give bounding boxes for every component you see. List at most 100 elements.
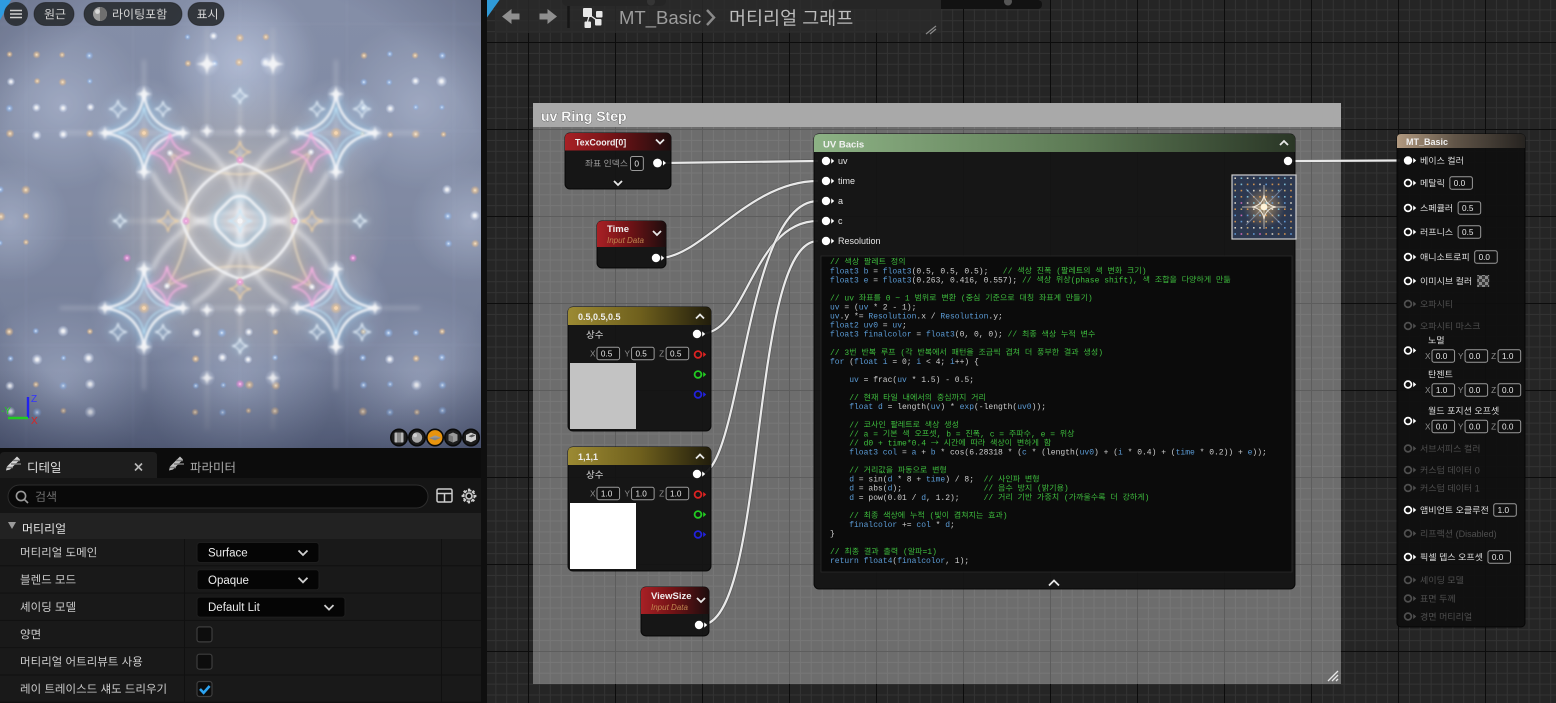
svg-text:uv: uv [830, 313, 840, 322]
svg-text:+=: += [897, 521, 916, 530]
svg-text://: // [830, 467, 864, 476]
svg-text:0.5: 0.5 [635, 349, 647, 358]
svg-text:X: X [1425, 386, 1431, 395]
svg-text:(phase shift),: (phase shift), [1071, 276, 1143, 285]
svg-text://: // [984, 485, 998, 494]
svg-text:0.0: 0.0 [1469, 422, 1481, 431]
svg-text:uv0: uv0 [1017, 403, 1032, 412]
svg-text:uv0: uv0 [1080, 449, 1095, 458]
svg-text:1.0: 1.0 [670, 489, 682, 498]
svg-text:=: = [878, 322, 892, 331]
svg-text:Default Lit: Default Lit [208, 602, 261, 614]
svg-text:for: for [830, 358, 845, 367]
svg-text:Y: Y [1458, 352, 1464, 361]
svg-text:);: ); [892, 485, 983, 494]
svg-text:finalcolor: finalcolor [849, 521, 897, 530]
svg-text:time: time [1176, 449, 1195, 458]
svg-text:0.0: 0.0 [1436, 422, 1448, 431]
svg-text:Z: Z [31, 394, 37, 405]
svg-text:1.0: 1.0 [601, 489, 613, 498]
svg-text:1.0: 1.0 [1498, 506, 1510, 515]
svg-text:Resolution: Resolution [868, 313, 916, 322]
svg-text:* 8 +: * 8 + [892, 476, 926, 485]
svg-text:=: = [868, 276, 882, 285]
svg-text:Z: Z [659, 490, 664, 499]
svg-text:(: ( [896, 349, 906, 358]
svg-text:float3: float3 [883, 267, 912, 276]
svg-text://: // [984, 494, 998, 503]
svg-text:Surface: Surface [208, 548, 248, 560]
svg-text:uv Ring Step: uv Ring Step [541, 108, 627, 124]
svg-text:0.5: 0.5 [1462, 228, 1474, 237]
svg-text:Z: Z [1491, 352, 1496, 361]
svg-text:float d: float d [849, 403, 883, 412]
svg-text://: // [830, 512, 864, 521]
svg-text:uv: uv [892, 322, 902, 331]
svg-text:): ) [1142, 267, 1147, 276]
svg-text:0.5: 0.5 [601, 349, 613, 358]
svg-text:0.0: 0.0 [1492, 553, 1504, 562]
svg-text:Input Data: Input Data [607, 236, 644, 245]
svg-text:): ) [1064, 485, 1069, 494]
svg-text:0.0: 0.0 [1454, 179, 1466, 188]
svg-text:1.0: 1.0 [635, 489, 647, 498]
svg-text:= frac(: = frac( [859, 376, 897, 385]
svg-text:, 1.2);: , 1.2); [926, 494, 984, 503]
svg-text:): ) [1145, 494, 1150, 503]
svg-text:(: ( [1059, 494, 1069, 503]
svg-text:): ) [1098, 349, 1103, 358]
svg-text:Z: Z [659, 350, 664, 359]
svg-text:1.0: 1.0 [1502, 352, 1514, 361]
svg-text:0.5,0.5,0.5: 0.5,0.5,0.5 [578, 312, 621, 322]
svg-text:0.0: 0.0 [1469, 386, 1481, 395]
svg-text:Opaque: Opaque [208, 575, 249, 587]
svg-text:0: 0 [634, 159, 639, 169]
svg-text:;: ; [950, 521, 955, 530]
svg-text:float2 uv0: float2 uv0 [830, 322, 878, 331]
svg-text:float3: float3 [883, 276, 912, 285]
svg-text:uv: uv [830, 304, 840, 313]
svg-text://: // [984, 476, 998, 485]
svg-text:UV Bacis: UV Bacis [823, 140, 864, 151]
svg-text:(: ( [898, 548, 908, 557]
svg-text:));: )); [1252, 449, 1266, 458]
svg-text:;: ; [902, 322, 907, 331]
svg-text:TexCoord[0]: TexCoord[0] [575, 138, 626, 148]
svg-text:* (length(: * (length( [1027, 449, 1080, 458]
svg-text:0.0: 0.0 [1436, 352, 1448, 361]
svg-text:) + (: ) + ( [1094, 449, 1118, 458]
svg-text:X: X [590, 490, 596, 499]
svg-text:(0, 0, 0);: (0, 0, 0); [955, 331, 1008, 340]
svg-text:-Y: -Y [1, 406, 11, 417]
svg-text:time: time [926, 476, 945, 485]
svg-text:0: 0 [1472, 465, 1480, 475]
svg-text:.x /: .x / [916, 313, 940, 322]
svg-text:1.0: 1.0 [1436, 386, 1448, 395]
svg-text:* 0.2)) +: * 0.2)) + [1195, 449, 1248, 458]
svg-text:// a =: // a = [830, 430, 883, 439]
svg-text:(: ( [1032, 485, 1042, 494]
svg-text:uv: uv [838, 156, 848, 166]
svg-text:1: 1 [1472, 483, 1480, 493]
svg-text:return float4: return float4 [830, 557, 893, 566]
svg-text:Time: Time [607, 224, 629, 235]
svg-text:Y: Y [625, 490, 631, 499]
svg-text:+: + [916, 449, 930, 458]
svg-text:= sin(: = sin( [854, 476, 888, 485]
svg-text:0.0: 0.0 [1502, 422, 1514, 431]
svg-text:0.0: 0.0 [1479, 253, 1491, 262]
svg-text:c: c [838, 216, 843, 226]
svg-text:a: a [838, 196, 843, 206]
svg-text:.y;: .y; [988, 313, 1002, 322]
svg-text:MT_Basic: MT_Basic [619, 7, 701, 29]
svg-text:X: X [31, 416, 38, 427]
svg-text:float i: float i [854, 358, 888, 367]
svg-text:++) {: ++) { [955, 358, 979, 367]
svg-text:Y: Y [1458, 423, 1464, 432]
svg-text:): ) [1088, 294, 1093, 303]
svg-text:(0.5, 0.5, 0.5);: (0.5, 0.5, 0.5); [912, 267, 1003, 276]
svg-text:, 1);: , 1); [945, 557, 969, 566]
svg-text:=: = [897, 449, 911, 458]
svg-text:MT_Basic: MT_Basic [1406, 137, 1448, 147]
svg-text:col: col [916, 521, 931, 530]
